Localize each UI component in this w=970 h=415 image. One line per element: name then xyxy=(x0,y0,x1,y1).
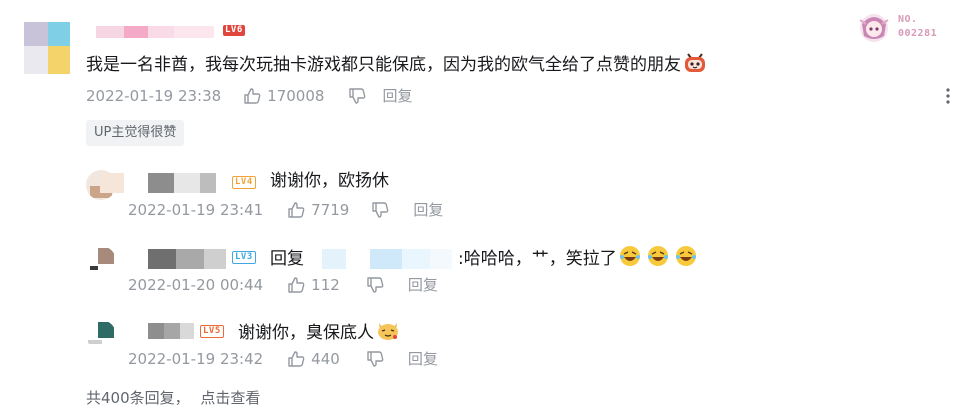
main-comment-content: 我是一名非酋，我每次玩抽卡游戏都只能保底，因为我的欧气全给了点赞的朋友 xyxy=(86,51,707,79)
thumbs-up-icon xyxy=(244,87,261,104)
thumbs-up-icon xyxy=(288,350,305,367)
reply-1-dislike-button[interactable] xyxy=(371,201,389,219)
up-liked-badge: UP主觉得很赞 xyxy=(86,120,185,146)
nft-label: NO. xyxy=(898,14,918,25)
laugh-cry-emoji-icon xyxy=(619,245,701,273)
thumbs-up-icon xyxy=(288,276,305,293)
reply-1-reply-button[interactable]: 回复 xyxy=(413,199,443,220)
thumbs-down-icon xyxy=(372,201,389,218)
nft-card-badge[interactable]: NO. 002281 xyxy=(854,10,954,46)
total-replies-text: 共400条回复， xyxy=(86,389,190,407)
main-comment-time: 2022-01-19 23:38 xyxy=(86,86,222,105)
reply-1-meta: 2022-01-19 23:41 7719 回复 xyxy=(128,199,443,220)
reply-2-prefix: 回复 xyxy=(270,249,304,269)
reply-3-meta: 2022-01-19 23:42 440 回复 xyxy=(128,348,438,369)
more-vertical-icon[interactable] xyxy=(942,86,954,106)
view-all-replies-link[interactable]: 点击查看 xyxy=(200,389,260,407)
thumbs-up-icon xyxy=(288,201,305,218)
reply-3-time: 2022-01-19 23:42 xyxy=(128,349,264,368)
like-button[interactable]: 170008 xyxy=(243,87,324,105)
reply-3-username[interactable] xyxy=(148,323,196,339)
anime-girl-icon xyxy=(859,14,889,42)
reply-2-time: 2022-01-20 00:44 xyxy=(128,275,264,294)
main-comment-meta: 2022-01-19 23:38 170008 回复 xyxy=(86,85,412,106)
thumbs-down-icon xyxy=(367,276,384,293)
reply-1-time: 2022-01-19 23:41 xyxy=(128,200,264,219)
reply-3-text: 谢谢你，臭保底人 xyxy=(238,323,374,343)
reply-2-text: :哈哈哈，艹，笑拉了 xyxy=(458,249,617,269)
reply-1-like-count: 7719 xyxy=(311,200,350,219)
reply-2-dislike-button[interactable] xyxy=(366,276,384,294)
reply-1-level-badge: LV4 xyxy=(232,176,256,189)
reply-1-like-button[interactable]: 7719 xyxy=(287,201,349,219)
reply-3-dislike-button[interactable] xyxy=(366,350,384,368)
reply-2-meta: 2022-01-20 00:44 112 回复 xyxy=(128,274,438,295)
nft-number: 002281 xyxy=(898,28,938,39)
reply-3-avatar[interactable] xyxy=(86,320,116,350)
main-comment-text: 我是一名非酋，我每次玩抽卡游戏都只能保底，因为我的欧气全给了点赞的朋友 xyxy=(86,55,681,75)
reply-3-like-count: 440 xyxy=(311,349,340,368)
reply-2-level-badge: LV3 xyxy=(232,251,256,264)
reply-2-username[interactable] xyxy=(100,249,230,269)
reply-3-content: 谢谢你，臭保底人 xyxy=(238,319,400,347)
reply-button[interactable]: 回复 xyxy=(382,85,412,106)
reply-2-content: 回复 :哈哈哈，艹，笑拉了 xyxy=(270,245,701,273)
bilibili-tv-emoji-icon xyxy=(683,51,707,79)
reply-2-like-button[interactable]: 112 xyxy=(287,276,340,294)
reply-2-like-count: 112 xyxy=(311,275,340,294)
reply-count-footer: 共400条回复， 点击查看 xyxy=(86,387,260,408)
main-comment-level-badge: LV6 xyxy=(223,25,245,36)
reply-1-text: 谢谢你，欧扬休 xyxy=(270,171,389,191)
reply-3-like-button[interactable]: 440 xyxy=(287,350,340,368)
like-count: 170008 xyxy=(267,86,325,105)
thumbs-down-icon xyxy=(349,87,366,104)
thumbs-down-icon xyxy=(367,350,384,367)
reply-2-mention[interactable] xyxy=(322,249,454,269)
reply-3-reply-button[interactable]: 回复 xyxy=(408,348,438,369)
main-comment-avatar[interactable] xyxy=(24,22,70,74)
cat-emoji-icon xyxy=(376,319,400,347)
main-comment-username[interactable] xyxy=(96,20,220,38)
dislike-button[interactable] xyxy=(348,87,366,105)
reply-1-username[interactable] xyxy=(100,173,232,193)
reply-3-level-badge: LV5 xyxy=(200,325,224,338)
reply-2-reply-button[interactable]: 回复 xyxy=(408,274,438,295)
